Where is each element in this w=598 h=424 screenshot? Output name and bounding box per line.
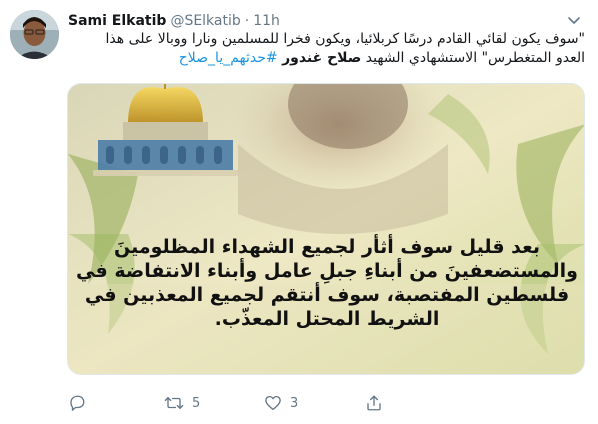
tweet[interactable]: Sami Elkatib @SElkatib · 11h "سوف يكون ل… <box>0 0 598 424</box>
tweet-text-line2: العدو المتغطرس" الاستشهادي الشهيد صلاح غ… <box>68 49 585 68</box>
like-button[interactable]: 3 <box>264 393 298 413</box>
share-icon <box>365 394 383 412</box>
tweet-header: Sami Elkatib @SElkatib · 11h <box>68 11 280 31</box>
avatar[interactable] <box>10 10 59 59</box>
heart-icon <box>264 394 282 412</box>
share-button[interactable] <box>365 393 391 413</box>
media-caption-line: بعد قليل سوف أثأر لجميع الشهداء المظلومي… <box>113 236 541 258</box>
author-name[interactable]: Sami Elkatib <box>68 13 166 29</box>
reply-button[interactable] <box>68 393 94 413</box>
media-caption-line: فلسطين المفتصبة، سوف أنتقم لجميع المعذبي… <box>84 284 570 306</box>
separator-dot: · <box>244 13 250 29</box>
tweet-media-image[interactable]: بعد قليل سوف أثأر لجميع الشهداء المظلومي… <box>67 83 585 375</box>
hashtag-link[interactable]: #حدثهم_يا_صلاح <box>179 50 282 66</box>
chevron-down-icon[interactable] <box>566 12 582 28</box>
media-caption-line: الشريط المحتل المعذّب. <box>214 308 440 330</box>
retweet-count: 5 <box>192 395 201 411</box>
tweet-time[interactable]: 11h <box>253 13 280 29</box>
retweet-icon <box>164 394 184 412</box>
retweet-button[interactable]: 5 <box>164 393 200 413</box>
author-handle[interactable]: @SElkatib <box>170 13 240 29</box>
reply-icon <box>68 394 86 412</box>
media-caption-line: والمستضعفينَ من أبناءِ جبلِ عامل وأبناء … <box>76 260 578 282</box>
tweet-text-part: العدو المتغطرس" الاستشهادي الشهيد <box>361 50 585 66</box>
tweet-text-bold-name: صلاح غندور <box>282 50 362 66</box>
tweet-actions: 5 3 <box>68 393 488 413</box>
tweet-text: "سوف يكون لقائي القادم درسًا كربلائيا، و… <box>68 30 585 68</box>
media-illustration <box>68 84 584 374</box>
media-caption: بعد قليل سوف أثأر لجميع الشهداء المظلومي… <box>68 235 584 331</box>
like-count: 3 <box>290 395 299 411</box>
tweet-text-line1: "سوف يكون لقائي القادم درسًا كربلائيا، و… <box>105 31 585 47</box>
